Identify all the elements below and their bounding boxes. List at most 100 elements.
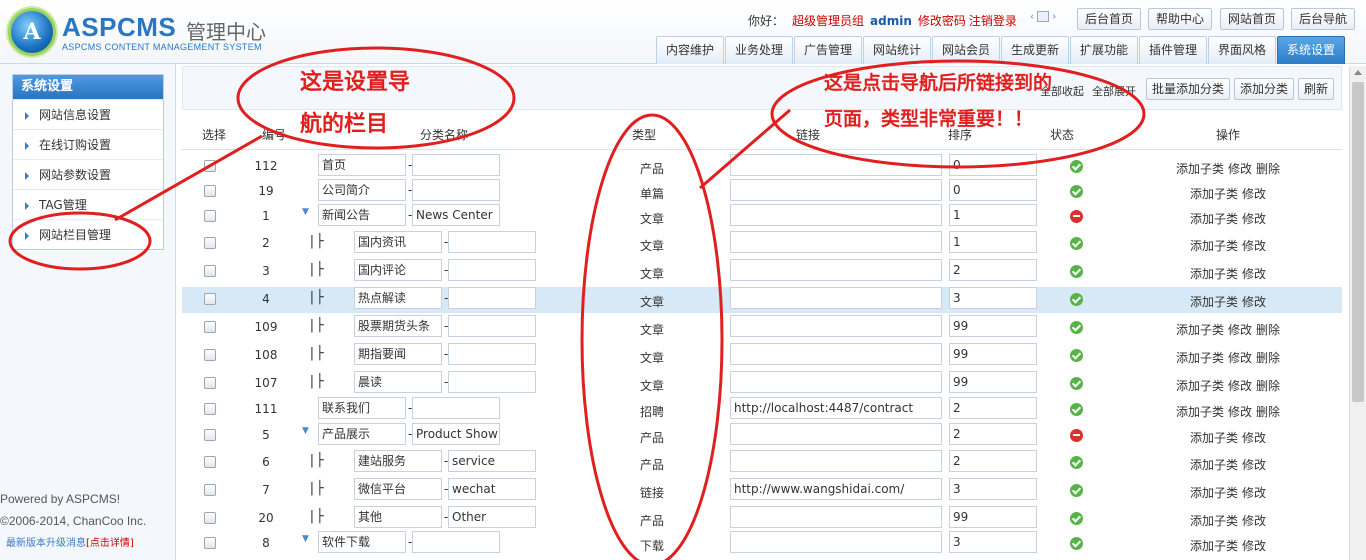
category-link-input[interactable] bbox=[730, 231, 942, 253]
sort-order-input[interactable]: 2 bbox=[949, 423, 1037, 445]
tab-extensions[interactable]: 扩展功能 bbox=[1070, 36, 1138, 64]
category-link-input[interactable] bbox=[730, 287, 942, 309]
row-checkbox[interactable] bbox=[204, 429, 216, 441]
sort-order-input[interactable]: 2 bbox=[949, 397, 1037, 419]
status-enabled-icon[interactable] bbox=[1070, 512, 1083, 525]
category-name-input[interactable]: 期指要闻 bbox=[354, 343, 442, 365]
expand-all-link[interactable]: 全部展开 bbox=[1092, 83, 1136, 99]
add-subcategory-link[interactable]: 添加子类 bbox=[1190, 486, 1238, 500]
tab-stats[interactable]: 网站统计 bbox=[863, 36, 931, 64]
status-enabled-icon[interactable] bbox=[1070, 265, 1083, 278]
edit-link[interactable]: 修改 bbox=[1242, 486, 1266, 500]
category-english-input[interactable]: Product Show bbox=[412, 423, 500, 445]
category-english-input[interactable] bbox=[448, 287, 536, 309]
add-subcategory-link[interactable]: 添加子类 bbox=[1190, 295, 1238, 309]
sort-order-input[interactable]: 2 bbox=[949, 450, 1037, 472]
category-english-input[interactable] bbox=[448, 343, 536, 365]
row-checkbox[interactable] bbox=[204, 237, 216, 249]
tab-generate[interactable]: 生成更新 bbox=[1001, 36, 1069, 64]
table-row[interactable]: 8 ▼ 软件下载 - 下载 3 添加子类 修改 bbox=[182, 531, 1342, 557]
category-english-input[interactable] bbox=[412, 397, 500, 419]
vertical-scrollbar[interactable] bbox=[1349, 66, 1366, 560]
sort-order-input[interactable]: 99 bbox=[949, 506, 1037, 528]
add-subcategory-link[interactable]: 添加子类 bbox=[1176, 323, 1224, 337]
status-enabled-icon[interactable] bbox=[1070, 377, 1083, 390]
category-english-input[interactable] bbox=[448, 315, 536, 337]
row-checkbox[interactable] bbox=[204, 185, 216, 197]
toggle-layout-icon[interactable]: ‹ › bbox=[1030, 11, 1070, 27]
table-row[interactable]: 3 |├ 国内评论 - 文章 2 添加子类 修改 bbox=[182, 259, 1342, 285]
row-checkbox[interactable] bbox=[204, 484, 216, 496]
sort-order-input[interactable]: 1 bbox=[949, 231, 1037, 253]
delete-link[interactable]: 删除 bbox=[1256, 379, 1280, 393]
sidebar-item-columns[interactable]: 网站栏目管理 bbox=[13, 219, 163, 249]
tab-theme[interactable]: 界面风格 bbox=[1208, 36, 1276, 64]
edit-link[interactable]: 修改 bbox=[1228, 351, 1252, 365]
edit-link[interactable]: 修改 bbox=[1242, 514, 1266, 528]
category-link-input[interactable] bbox=[730, 179, 942, 201]
category-link-input[interactable] bbox=[730, 423, 942, 445]
category-english-input[interactable] bbox=[412, 154, 500, 176]
delete-link[interactable]: 删除 bbox=[1256, 323, 1280, 337]
row-checkbox[interactable] bbox=[204, 456, 216, 468]
row-checkbox[interactable] bbox=[204, 293, 216, 305]
category-name-input[interactable]: 国内资讯 bbox=[354, 231, 442, 253]
category-link-input[interactable] bbox=[730, 154, 942, 176]
change-password-link[interactable]: 修改密码 bbox=[918, 14, 966, 28]
table-row[interactable]: 5 ▼ 产品展示 - Product Show 产品 2 添加子类 修改 bbox=[182, 423, 1342, 449]
refresh-button[interactable]: 刷新 bbox=[1298, 78, 1335, 100]
edit-link[interactable]: 修改 bbox=[1242, 187, 1266, 201]
row-checkbox[interactable] bbox=[204, 377, 216, 389]
status-enabled-icon[interactable] bbox=[1070, 293, 1083, 306]
add-subcategory-link[interactable]: 添加子类 bbox=[1176, 351, 1224, 365]
table-row[interactable]: 112 首页 - 产品 0 添加子类 修改 删除 bbox=[182, 154, 1342, 180]
scroll-thumb[interactable] bbox=[1352, 82, 1364, 402]
tab-ads[interactable]: 广告管理 bbox=[794, 36, 862, 64]
tab-plugins[interactable]: 插件管理 bbox=[1139, 36, 1207, 64]
edit-link[interactable]: 修改 bbox=[1242, 267, 1266, 281]
add-subcategory-link[interactable]: 添加子类 bbox=[1190, 267, 1238, 281]
add-subcategory-link[interactable]: 添加子类 bbox=[1190, 431, 1238, 445]
sort-order-input[interactable]: 99 bbox=[949, 343, 1037, 365]
status-enabled-icon[interactable] bbox=[1070, 537, 1083, 550]
expand-toggle-icon[interactable]: ▼ bbox=[302, 426, 309, 436]
status-enabled-icon[interactable] bbox=[1070, 237, 1083, 250]
scroll-up-icon[interactable] bbox=[1354, 70, 1362, 75]
delete-link[interactable]: 删除 bbox=[1256, 162, 1280, 176]
table-row[interactable]: 20 |├ 其他 - Other 产品 99 添加子类 修改 bbox=[182, 506, 1342, 532]
category-link-input[interactable] bbox=[730, 259, 942, 281]
sidebar-item-params[interactable]: 网站参数设置 bbox=[13, 159, 163, 189]
tab-members[interactable]: 网站会员 bbox=[932, 36, 1000, 64]
row-checkbox[interactable] bbox=[204, 537, 216, 549]
add-subcategory-link[interactable]: 添加子类 bbox=[1190, 458, 1238, 472]
top-button-site-home[interactable]: 网站首页 bbox=[1220, 8, 1285, 30]
category-link-input[interactable] bbox=[730, 315, 942, 337]
edit-link[interactable]: 修改 bbox=[1242, 212, 1266, 226]
category-name-input[interactable]: 产品展示 bbox=[318, 423, 406, 445]
sort-order-input[interactable]: 3 bbox=[949, 531, 1037, 553]
sidebar-item-tag[interactable]: TAG管理 bbox=[13, 189, 163, 219]
category-name-input[interactable]: 热点解读 bbox=[354, 287, 442, 309]
status-enabled-icon[interactable] bbox=[1070, 456, 1083, 469]
category-name-input[interactable]: 股票期货头条 bbox=[354, 315, 442, 337]
add-subcategory-link[interactable]: 添加子类 bbox=[1176, 162, 1224, 176]
status-disabled-icon[interactable] bbox=[1070, 429, 1083, 442]
category-name-input[interactable]: 联系我们 bbox=[318, 397, 406, 419]
row-checkbox[interactable] bbox=[204, 321, 216, 333]
upgrade-detail-link[interactable]: [点击详情] bbox=[86, 538, 134, 549]
category-name-input[interactable]: 新闻公告 bbox=[318, 204, 406, 226]
category-link-input[interactable] bbox=[730, 343, 942, 365]
table-row[interactable]: 7 |├ 微信平台 - wechat 链接 http://www.wangshidai.co… bbox=[182, 478, 1342, 504]
category-name-input[interactable]: 国内评论 bbox=[354, 259, 442, 281]
edit-link[interactable]: 修改 bbox=[1242, 295, 1266, 309]
row-checkbox[interactable] bbox=[204, 512, 216, 524]
status-enabled-icon[interactable] bbox=[1070, 185, 1083, 198]
add-category-button[interactable]: 添加分类 bbox=[1234, 78, 1295, 100]
category-english-input[interactable]: service bbox=[448, 450, 536, 472]
category-link-input[interactable] bbox=[730, 371, 942, 393]
edit-link[interactable]: 修改 bbox=[1242, 239, 1266, 253]
category-link-input[interactable] bbox=[730, 450, 942, 472]
add-subcategory-link[interactable]: 添加子类 bbox=[1190, 539, 1238, 553]
status-enabled-icon[interactable] bbox=[1070, 484, 1083, 497]
sidebar-item-site-info[interactable]: 网站信息设置 bbox=[13, 99, 163, 129]
